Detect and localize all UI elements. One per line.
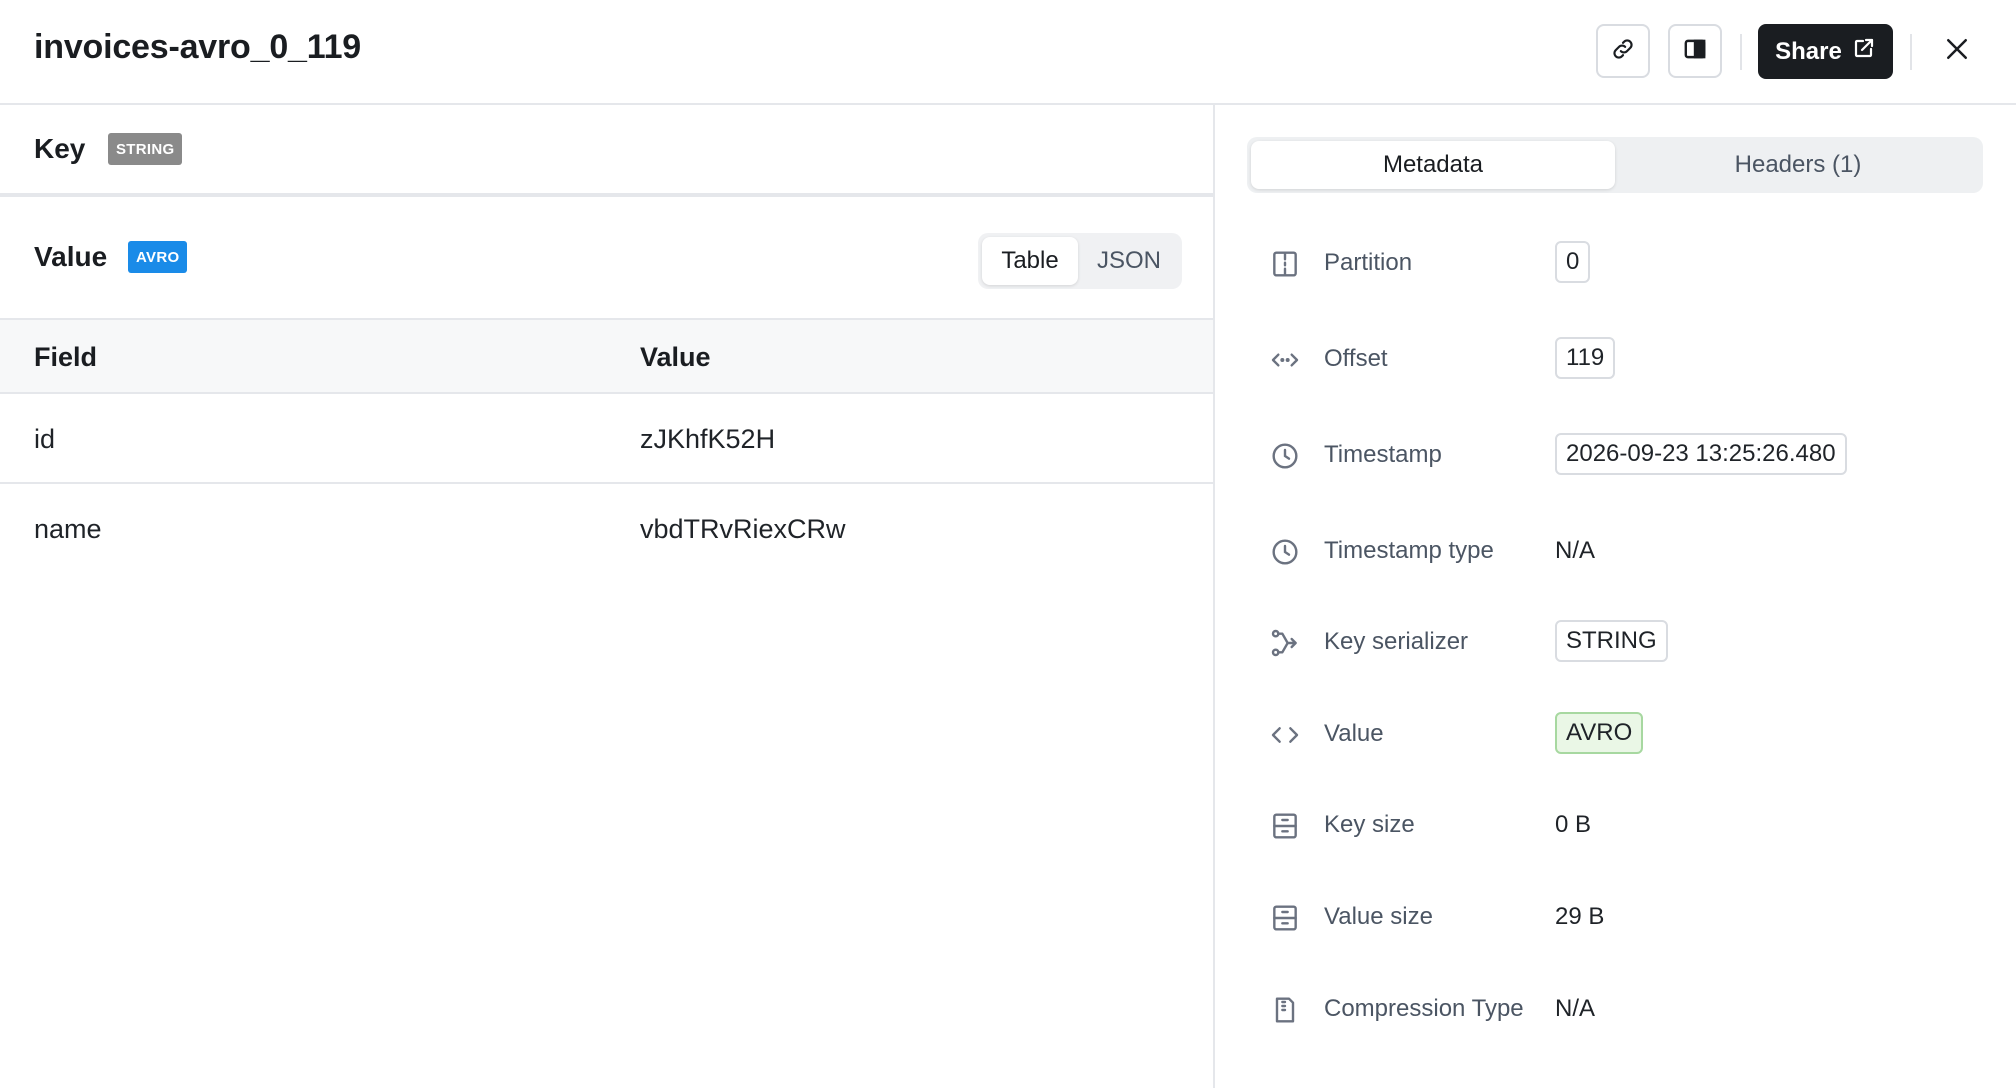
value-type-badge: AVRO xyxy=(128,241,188,273)
header-divider xyxy=(1910,34,1912,70)
metadata-value: N/A xyxy=(1555,995,1596,1022)
metadata-value: AVRO xyxy=(1555,712,1644,754)
serializer-icon xyxy=(1269,627,1301,659)
metadata-row-offset: Offset 119 xyxy=(1217,329,2016,389)
value-label: Value xyxy=(34,241,108,272)
value-table: Field Value id zJKhfK52H name vbdTRvRiex… xyxy=(0,320,1213,574)
metadata-value: 0 B xyxy=(1555,811,1592,838)
metadata-row-timestamp-type: Timestamp type N/A xyxy=(1217,521,2016,581)
metadata-label: Partition xyxy=(1324,249,1413,276)
table-row[interactable]: id zJKhfK52H xyxy=(0,394,1213,484)
metadata-panel: Metadata Headers (1) Partition 0 Offset … xyxy=(1217,105,2016,1088)
metadata-label: Key serializer xyxy=(1324,628,1469,655)
column-header-value[interactable]: Value xyxy=(640,342,711,373)
value-section: Value AVRO Table JSON xyxy=(0,197,1213,320)
metadata-label: Compression Type xyxy=(1324,995,1524,1022)
metadata-value: 119 xyxy=(1555,337,1616,379)
tab-metadata[interactable]: Metadata xyxy=(1251,141,1615,189)
metadata-row-compression-type: Compression Type N/A xyxy=(1217,979,2016,1039)
metadata-row-partition: Partition 0 xyxy=(1217,233,2016,293)
view-toggle: Table JSON xyxy=(978,233,1182,289)
metadata-value: N/A xyxy=(1555,537,1596,564)
value-cell: zJKhfK52H xyxy=(640,424,776,454)
table-header: Field Value xyxy=(0,320,1213,394)
table-row[interactable]: name vbdTRvRiexCRw xyxy=(0,484,1213,574)
metadata-label: Timestamp type xyxy=(1324,537,1494,564)
table-view-button[interactable]: Table xyxy=(982,237,1078,285)
json-view-button[interactable]: JSON xyxy=(1080,237,1178,285)
key-section: Key STRING xyxy=(0,105,1213,197)
metadata-value: 29 B xyxy=(1555,903,1605,930)
external-link-icon xyxy=(1852,36,1876,67)
copy-link-button[interactable] xyxy=(1596,24,1650,78)
metadata-label: Timestamp xyxy=(1324,441,1442,468)
tab-headers[interactable]: Headers (1) xyxy=(1617,141,1979,189)
value-cell: vbdTRvRiexCRw xyxy=(640,514,846,544)
partition-icon xyxy=(1269,248,1301,280)
metadata-row-value: Value AVRO xyxy=(1217,704,2016,764)
panel-header: invoices-avro_0_119 Share xyxy=(0,0,2016,105)
share-button[interactable]: Share xyxy=(1758,24,1893,79)
share-label: Share xyxy=(1775,37,1842,65)
clock-icon xyxy=(1269,536,1301,568)
field-cell: name xyxy=(34,514,102,544)
metadata-row-key-serializer: Key serializer STRING xyxy=(1217,612,2016,672)
code-dots-icon xyxy=(1269,344,1301,376)
metadata-label: Value size xyxy=(1324,903,1433,930)
file-zip-icon xyxy=(1269,994,1301,1026)
field-cell: id xyxy=(34,424,56,454)
metadata-value: STRING xyxy=(1555,620,1668,662)
close-icon xyxy=(1942,34,1972,69)
message-title: invoices-avro_0_119 xyxy=(34,28,361,66)
toggle-panel-button[interactable] xyxy=(1668,24,1722,78)
code-icon xyxy=(1269,719,1301,751)
metadata-row-key-size: Key size 0 B xyxy=(1217,795,2016,855)
metadata-tabs: Metadata Headers (1) xyxy=(1247,137,1983,193)
sidebar-icon xyxy=(1682,36,1708,67)
metadata-row-timestamp: Timestamp 2026-09-23 13:25:26.480 xyxy=(1217,425,2016,485)
metadata-label: Value xyxy=(1324,720,1384,747)
key-type-badge: STRING xyxy=(108,133,183,165)
message-content-panel: Key STRING Value AVRO Table JSON Field V… xyxy=(0,105,1215,1088)
key-label: Key xyxy=(34,133,86,164)
metadata-row-value-size: Value size 29 B xyxy=(1217,887,2016,947)
drawer-icon xyxy=(1269,902,1301,934)
column-header-field[interactable]: Field xyxy=(34,342,97,373)
metadata-label: Offset xyxy=(1324,345,1388,372)
metadata-label: Key size xyxy=(1324,811,1415,838)
clock-icon xyxy=(1269,440,1301,472)
link-icon xyxy=(1610,36,1636,67)
close-button[interactable] xyxy=(1938,32,1976,70)
metadata-value: 2026-09-23 13:25:26.480 xyxy=(1555,433,1847,475)
metadata-value: 0 xyxy=(1555,241,1591,283)
drawer-icon xyxy=(1269,810,1301,842)
header-divider xyxy=(1740,34,1742,70)
